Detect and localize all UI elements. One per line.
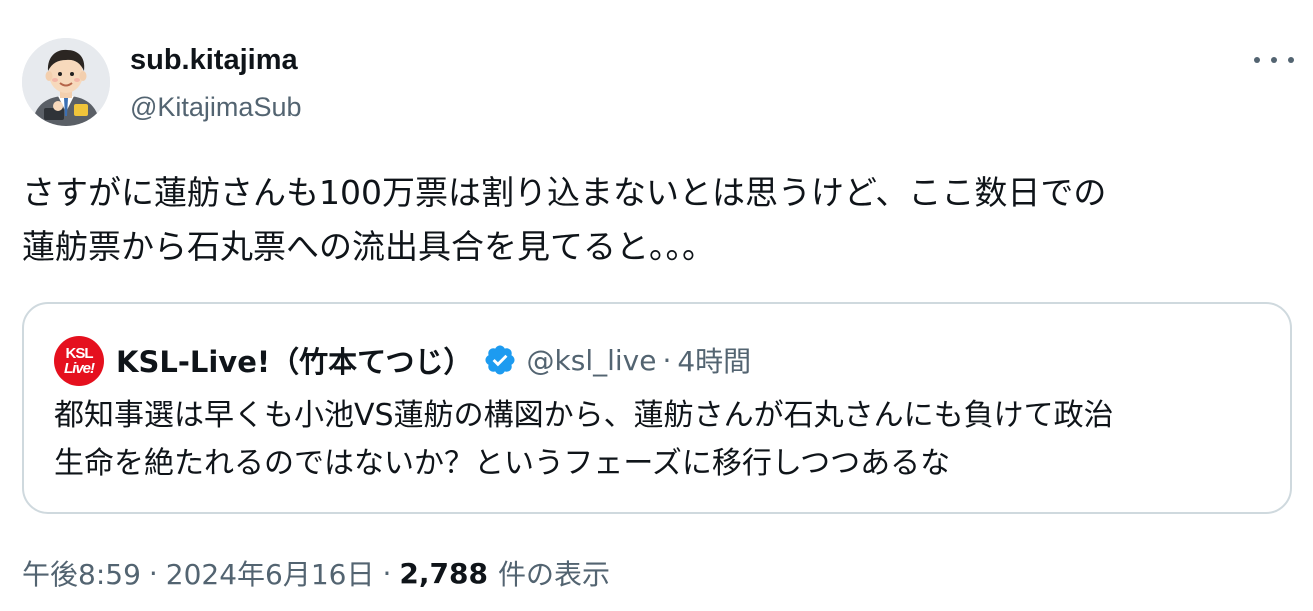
avatar-logo-text: Live! <box>63 360 95 377</box>
quoted-author-handle[interactable]: @ksl_live <box>527 344 657 377</box>
quoted-author-avatar[interactable]: KSL Live! <box>54 336 104 386</box>
more-dots-icon[interactable] <box>1254 48 1294 72</box>
quoted-tweet-time[interactable]: 4時間 <box>677 340 751 380</box>
quoted-author-display-name[interactable]: KSL-Live!（竹本てつじ） <box>116 339 473 381</box>
author-handle[interactable]: @KitajimaSub <box>130 92 301 123</box>
quoted-tweet-header: KSL-Live!（竹本てつじ） @ksl_live · 4時間 <box>116 338 751 382</box>
verified-badge-icon[interactable] <box>483 343 517 377</box>
tweet-time[interactable]: 午後8:59 <box>22 553 141 593</box>
author-avatar[interactable] <box>22 38 110 126</box>
businessman-illustration-avatar <box>22 38 110 126</box>
tweet-date[interactable]: 2024年6月16日 <box>166 553 375 593</box>
separator-dot: · <box>148 556 158 590</box>
more-dot <box>1288 57 1294 63</box>
author-display-name[interactable]: sub.kitajima <box>130 44 298 77</box>
avatar-logo-text: KSL <box>65 345 94 362</box>
tweet-meta: 午後8:59 · 2024年6月16日 · 2,788 件の表示 <box>22 553 610 593</box>
quoted-tweet-card[interactable]: KSL Live! KSL-Live!（竹本てつじ） @ksl_live · 4… <box>22 302 1292 514</box>
views-label: 件の表示 <box>497 558 610 591</box>
separator-dot: · <box>382 556 392 590</box>
more-dot <box>1271 57 1277 63</box>
more-dot <box>1254 57 1260 63</box>
view-count: 2,788 <box>399 556 488 590</box>
quoted-tweet-text: 都知事選は早くも小池VS蓮舫の構図から、蓮舫さんが石丸さんにも負けて政治 生命を… <box>54 398 1114 481</box>
separator-dot: · <box>662 343 672 377</box>
tweet-text: さすがに蓮舫さんも100万票は割り込まないとは思うけど、ここ数日での 蓮舫票から… <box>22 173 1107 266</box>
